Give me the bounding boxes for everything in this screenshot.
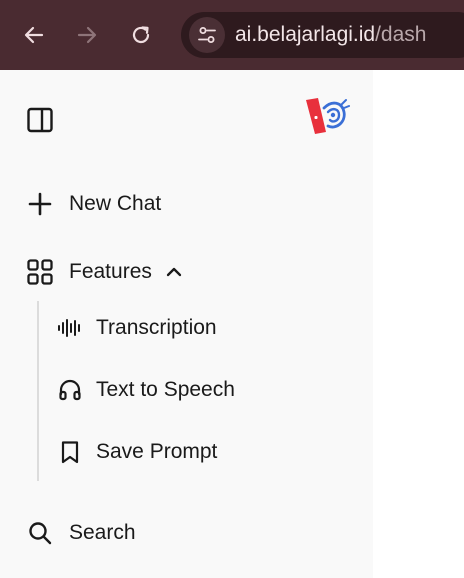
- save-prompt-label: Save Prompt: [96, 440, 218, 463]
- search-label: Search: [69, 521, 136, 544]
- transcription-label: Transcription: [96, 316, 217, 339]
- features-label: Features: [69, 260, 152, 283]
- reload-icon: [132, 26, 150, 44]
- text-to-speech-label: Text to Speech: [96, 378, 235, 401]
- address-bar[interactable]: ai.belajarlagi.id/dash: [181, 12, 464, 58]
- sidebar-item-text-to-speech[interactable]: Text to Speech: [57, 377, 235, 403]
- bookmark-icon: [57, 439, 83, 465]
- arrow-left-icon: [24, 26, 44, 44]
- belajarlagi-logo: [306, 98, 350, 134]
- sidebar-panel-icon: [27, 107, 53, 133]
- sidebar-item-save-prompt[interactable]: Save Prompt: [57, 439, 217, 465]
- features-toggle[interactable]: Features: [26, 258, 184, 286]
- search-icon: [26, 519, 54, 547]
- headphones-icon: [57, 377, 83, 403]
- grid-icon: [26, 258, 54, 286]
- waveform-icon: [57, 315, 83, 341]
- sidebar-item-transcription[interactable]: Transcription: [57, 315, 217, 341]
- main-content: [373, 70, 464, 578]
- features-submenu-guide: [37, 301, 39, 481]
- search-button[interactable]: Search: [26, 519, 136, 547]
- new-chat-button[interactable]: New Chat: [26, 190, 161, 218]
- url-path: /dash: [375, 23, 427, 46]
- site-info-button[interactable]: [189, 17, 225, 53]
- back-button[interactable]: [14, 15, 54, 55]
- new-chat-label: New Chat: [69, 192, 162, 215]
- url-text[interactable]: ai.belajarlagi.id/dash: [235, 23, 426, 47]
- url-domain: ai.belajarlagi.id: [235, 23, 376, 46]
- chevron-up-icon: [164, 262, 184, 282]
- arrow-right-icon: [77, 26, 97, 44]
- sidebar-toggle-button[interactable]: [26, 106, 54, 134]
- brand-logo[interactable]: [302, 96, 350, 136]
- forward-button[interactable]: [67, 15, 107, 55]
- plus-icon: [26, 190, 54, 218]
- tune-icon: [198, 27, 216, 43]
- sidebar: New Chat Features Transcription Text to …: [0, 70, 373, 578]
- reload-button[interactable]: [121, 15, 161, 55]
- browser-toolbar: ai.belajarlagi.id/dash: [0, 0, 464, 70]
